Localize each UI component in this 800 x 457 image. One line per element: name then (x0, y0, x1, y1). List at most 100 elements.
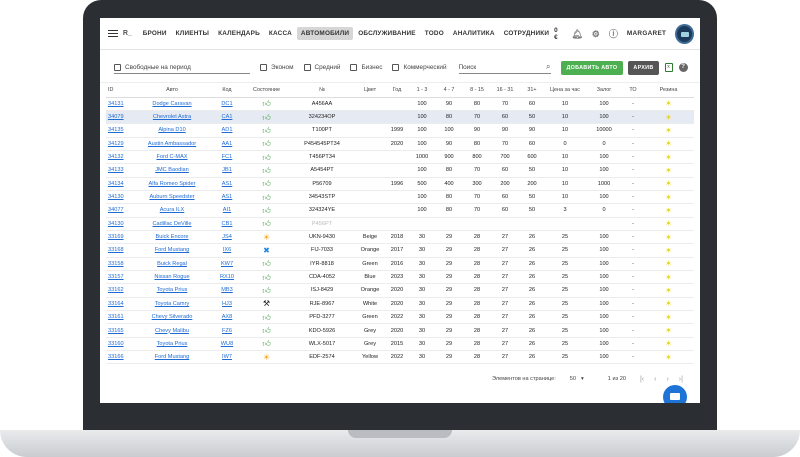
car-name-link[interactable]: Alpina D10 (134, 123, 210, 138)
car-id-link[interactable]: 34129 (106, 137, 134, 151)
car-id-link[interactable]: 33169 (106, 230, 134, 245)
car-code-link[interactable]: HJ3 (210, 297, 244, 312)
class-checkbox-3[interactable]: Коммерческий (392, 64, 447, 71)
car-id-link[interactable]: 33160 (106, 337, 134, 352)
car-icon[interactable]: ⚙ (592, 29, 600, 39)
column-header[interactable]: Резина (643, 83, 694, 98)
table-row[interactable]: 33165 Chevy Malibu FZ6 👍︎ KDO-5926 Grey 2020 30… (106, 323, 694, 338)
table-row[interactable]: 34130 Auburn Speedster AS1 👍︎ 34543STP 100 80 7… (106, 190, 694, 205)
car-code-link[interactable]: FZ6 (210, 323, 244, 338)
car-name-link[interactable]: Toyota Prius (134, 283, 210, 298)
car-name-link[interactable]: Ford Mustang (134, 350, 210, 365)
car-code-link[interactable]: IX6 (210, 243, 244, 258)
last-page-icon[interactable]: ›| (679, 376, 683, 383)
menu-icon[interactable] (108, 30, 118, 37)
question-icon[interactable]: ? (678, 63, 688, 72)
car-name-link[interactable]: Nissan Rogue (134, 270, 210, 285)
car-code-link[interactable]: FC1 (210, 150, 244, 165)
car-name-link[interactable]: Chevy Malibu (134, 323, 210, 338)
nav-item-6[interactable]: TODO (421, 27, 448, 40)
car-name-link[interactable]: Toyota Camry (134, 297, 210, 312)
table-row[interactable]: 33169 Buick Encore JS4 ☀ UKN-9430 Beige 2018 30… (106, 230, 694, 245)
car-name-link[interactable]: Alfa Romeo Spider (134, 177, 210, 191)
car-id-link[interactable]: 33165 (106, 323, 134, 338)
prev-page-icon[interactable]: ‹ (654, 376, 656, 383)
archive-button[interactable]: АРХИВ (628, 60, 659, 75)
add-car-button[interactable]: ДОБАВИТЬ АВТО (560, 60, 624, 75)
car-code-link[interactable]: DC1 (210, 97, 244, 111)
car-code-link[interactable]: RX10 (210, 270, 244, 285)
car-name-link[interactable]: Auburn Speedster (134, 190, 210, 205)
car-code-link[interactable]: AS1 (210, 177, 244, 191)
car-id-link[interactable]: 34134 (106, 177, 134, 191)
column-header[interactable]: Состояние (244, 83, 289, 98)
help-icon[interactable]: ⓘ (609, 29, 618, 39)
car-code-link[interactable]: WU8 (210, 337, 244, 352)
table-row[interactable]: 33160 Toyota Prius WU8 👍︎ WLX-5017 Grey 2015 30… (106, 337, 694, 352)
table-row[interactable]: 34077 Acura ILX AI1 👍︎ 324324YE 100 80 70 60 50 3 0… (106, 203, 694, 218)
first-page-icon[interactable]: |‹ (640, 376, 644, 383)
class-checkbox-2[interactable]: Бизнес (350, 64, 382, 71)
column-header[interactable]: Цвет (355, 83, 385, 98)
bell-icon[interactable]: 🔔︎ (571, 29, 582, 39)
page-size-select[interactable]: 50 ▾ (570, 376, 584, 382)
car-code-link[interactable]: JB1 (210, 163, 244, 178)
table-row[interactable]: 33158 Buick Regal KW7 👍︎ IYR-8818 Green 2016 30… (106, 257, 694, 271)
column-header[interactable]: Залог (585, 83, 623, 98)
car-code-link[interactable]: KW7 (210, 257, 244, 271)
column-header[interactable]: 16 - 31 (491, 83, 519, 98)
search-input[interactable]: Поиск ⌕ (458, 61, 551, 74)
car-name-link[interactable]: Buick Regal (134, 257, 210, 271)
chat-icon[interactable] (663, 385, 687, 403)
table-row[interactable]: 34135 Alpina D10 AD1 👍︎ T100PT 1999 100 100 90 90… (106, 123, 694, 138)
car-id-link[interactable]: 33157 (106, 270, 134, 285)
car-name-link[interactable]: Austin Ambassador (134, 137, 210, 151)
car-code-link[interactable]: MB3 (210, 283, 244, 298)
column-header[interactable]: № (289, 83, 355, 98)
nav-item-0[interactable]: БРОНИ (139, 27, 171, 40)
column-header[interactable]: 1 - 3 (409, 83, 435, 98)
table-row[interactable]: 34133 JMC Baodian JB1 👍︎ A5454PT 100 80 70 60 50 1… (106, 163, 694, 178)
car-name-link[interactable]: Acura ILX (134, 203, 210, 218)
table-row[interactable]: 33168 Ford Mustang IX6 ✖ FIJ-7033 Orange 2017 3… (106, 243, 694, 258)
nav-item-5[interactable]: ОБСЛУЖИВАНИЕ (354, 27, 420, 40)
table-row[interactable]: 34131 Dodge Caravan DC1 👍︎ A456AA 100 90 80 70 60… (106, 97, 694, 111)
table-row[interactable]: 33157 Nissan Rogue RX10 👍︎ CDA-4052 Blue 2023 3… (106, 270, 694, 285)
table-row[interactable]: 34079 Chevrolet Astra CA1 👍︎ 324234OP 100 80 70… (106, 110, 694, 125)
car-name-link[interactable]: JMC Baodian (134, 163, 210, 178)
car-code-link[interactable]: IW7 (210, 350, 244, 365)
car-id-link[interactable]: 34132 (106, 150, 134, 165)
nav-item-4[interactable]: АВТОМОБИЛИ (296, 27, 354, 40)
period-picker[interactable]: Свободные на период (114, 61, 250, 74)
car-name-link[interactable]: Ford C-MAX (134, 150, 210, 165)
user-name[interactable]: MARGARET (627, 30, 666, 37)
column-header[interactable]: Код (210, 83, 244, 98)
table-row[interactable]: 33166 Ford Mustang IW7 ☀ EDF-2574 Yellow 2022 3… (106, 350, 694, 365)
column-header[interactable]: Авто (134, 83, 210, 98)
car-name-link[interactable]: Cadillac DeVille (134, 217, 210, 231)
car-code-link[interactable]: AX8 (210, 310, 244, 325)
brand-logo[interactable]: R_ (123, 30, 133, 37)
car-code-link[interactable]: CA1 (210, 110, 244, 125)
car-name-link[interactable]: Buick Encore (134, 230, 210, 245)
car-id-link[interactable]: 34130 (106, 217, 134, 231)
avatar[interactable] (675, 23, 694, 44)
column-header[interactable]: Цена за час (545, 83, 585, 98)
class-checkbox-0[interactable]: Эконом (260, 64, 294, 71)
car-code-link[interactable]: AD1 (210, 123, 244, 138)
car-id-link[interactable]: 34131 (106, 97, 134, 111)
table-row[interactable]: 33164 Toyota Camry HJ3 ⚒ RJE-8967 White 2020 30… (106, 297, 694, 312)
column-header[interactable]: 4 - 7 (435, 83, 463, 98)
table-row[interactable]: 34134 Alfa Romeo Spider AS1 👍︎ P56709 1996 500… (106, 177, 694, 191)
class-checkbox-1[interactable]: Средний (303, 64, 340, 71)
car-id-link[interactable]: 34135 (106, 123, 134, 138)
car-id-link[interactable]: 34079 (106, 110, 134, 125)
nav-item-7[interactable]: АНАЛИТИКА (449, 27, 499, 40)
car-id-link[interactable]: 34130 (106, 190, 134, 205)
car-name-link[interactable]: Toyota Prius (134, 337, 210, 352)
table-row[interactable]: 34132 Ford C-MAX FC1 👍︎ T456PT34 1000 900 800 70… (106, 150, 694, 165)
car-name-link[interactable]: Ford Mustang (134, 243, 210, 258)
car-code-link[interactable]: JS4 (210, 230, 244, 245)
car-id-link[interactable]: 33166 (106, 350, 134, 365)
column-header[interactable]: ТО (623, 83, 643, 98)
